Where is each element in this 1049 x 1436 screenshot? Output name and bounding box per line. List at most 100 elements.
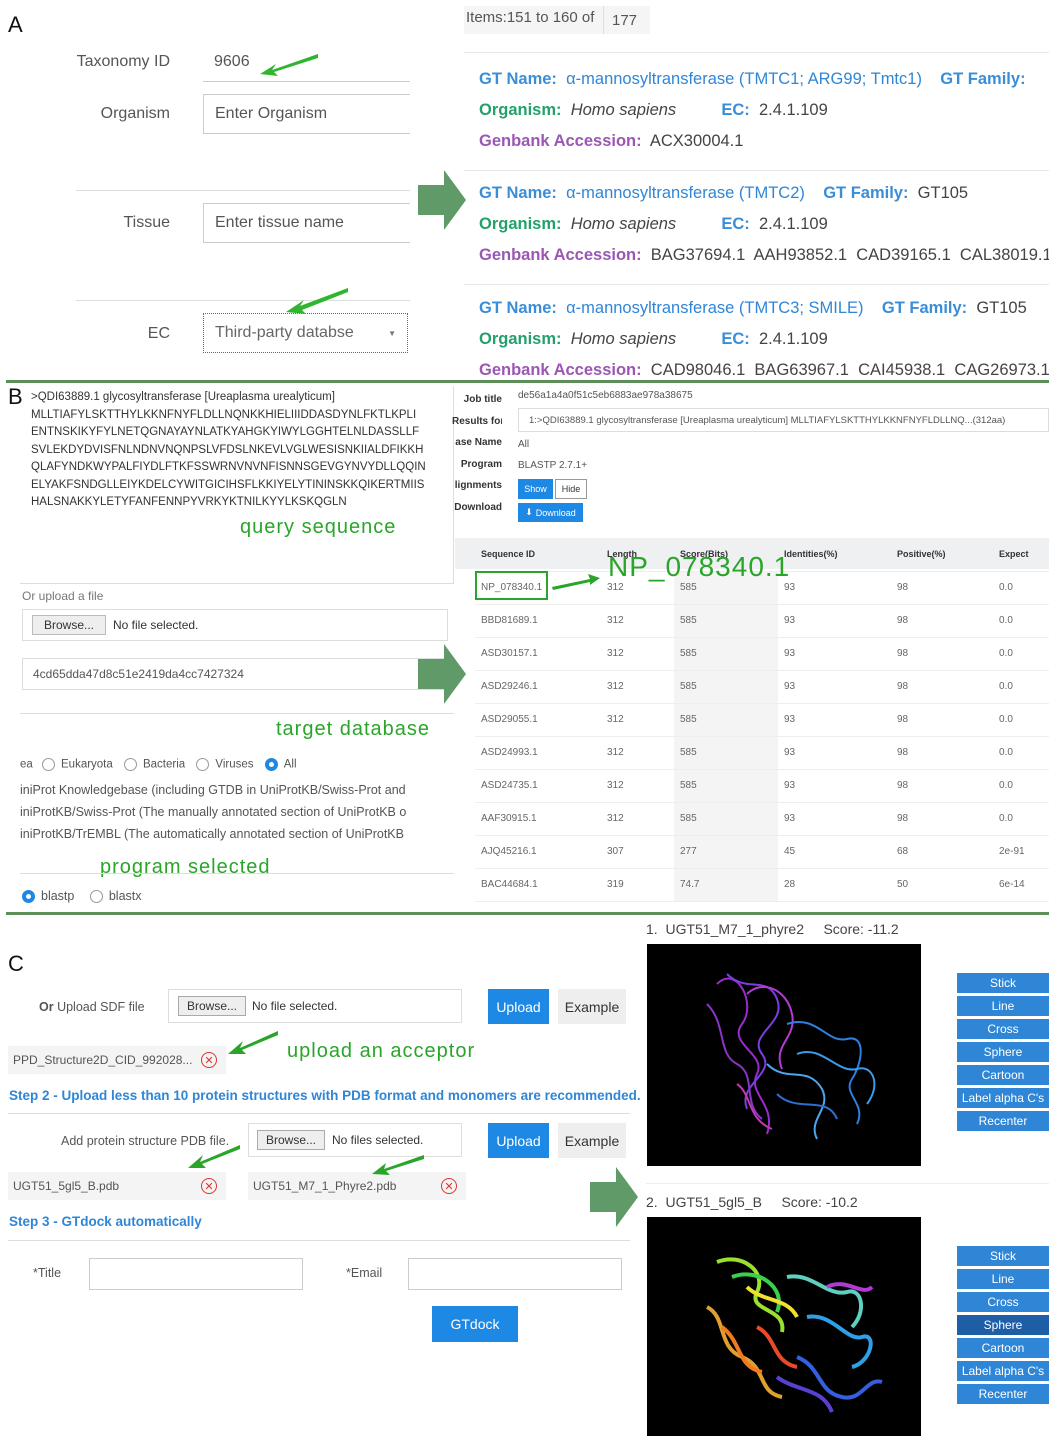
table-cell: 277 xyxy=(674,835,778,869)
organism-input[interactable]: Enter Organism xyxy=(203,94,410,134)
form-divider xyxy=(76,190,410,191)
results-for-value: 1:>QDI63889.1 glycosyltransferase [Ureap… xyxy=(529,414,1006,426)
download-button[interactable]: ⬇ Download xyxy=(518,503,583,522)
radio-all[interactable] xyxy=(264,758,278,771)
table-cell: 585 xyxy=(674,736,778,770)
sequence-id-link[interactable]: AAF30915.1 xyxy=(475,802,601,836)
table-row[interactable]: BAC44684.1 319 74.7 28 50 6e-14 xyxy=(475,868,1049,902)
remove-pdb-icon[interactable]: ✕ xyxy=(201,1178,217,1194)
pagination-total[interactable]: 177 xyxy=(603,6,645,34)
result-name: UGT51_M7_1_phyre2 xyxy=(665,921,804,937)
viewer-label-alpha-c-s-button[interactable]: Label alpha C's xyxy=(957,1088,1049,1108)
pdb-example-button[interactable]: Example xyxy=(558,1123,626,1158)
col-expect[interactable]: Expect xyxy=(993,538,1049,572)
table-cell: 312 xyxy=(601,703,674,737)
organism-row: Organism: Homo sapiens EC: 2.4.1.109 xyxy=(479,101,828,120)
email-input[interactable] xyxy=(408,1258,622,1290)
table-row[interactable]: ASD24993.1 312 585 93 98 0.0 xyxy=(475,736,1049,770)
sequence-id-link[interactable]: BBD81689.1 xyxy=(475,604,601,638)
table-cell: 319 xyxy=(601,868,674,902)
table-row[interactable]: ASD24735.1 312 585 93 98 0.0 xyxy=(475,769,1049,803)
sequence-id-link[interactable]: AJQ45216.1 xyxy=(475,835,601,869)
col-identities[interactable]: Identities(%) xyxy=(778,538,891,572)
table-row[interactable]: AAF30915.1 312 585 93 98 0.0 xyxy=(475,802,1049,836)
table-row[interactable]: ASD29055.1 312 585 93 98 0.0 xyxy=(475,703,1049,737)
remove-acceptor-icon[interactable]: ✕ xyxy=(201,1052,217,1068)
table-cell: 98 xyxy=(891,703,993,737)
viewer-sphere-button[interactable]: Sphere xyxy=(957,1042,1049,1062)
table-cell: 585 xyxy=(674,703,778,737)
table-cell: 50 xyxy=(891,868,993,902)
sdf-example-button[interactable]: Example xyxy=(558,989,626,1024)
hash-input[interactable]: 4cd65dda47d8c51e2419da4cc7427324 xyxy=(22,658,448,690)
radio-eukaryota[interactable] xyxy=(42,758,55,771)
genbank-value[interactable]: ACX30004.1 xyxy=(650,132,744,150)
viewer-stick-button[interactable]: Stick xyxy=(957,973,1049,993)
structure-result-1: 1. UGT51_M7_1_phyre2 Score: -11.2 xyxy=(646,921,899,937)
gt-name-value[interactable]: α-mannosyltransferase (TMTC3; SMILE) xyxy=(566,299,863,317)
viewer-sphere-button[interactable]: Sphere xyxy=(957,1315,1049,1335)
organism-placeholder: Enter Organism xyxy=(215,105,328,122)
viewer-recenter-button[interactable]: Recenter xyxy=(957,1111,1049,1131)
radio-label: Bacteria xyxy=(142,758,186,771)
radio-blastp[interactable] xyxy=(22,890,35,904)
genbank-value[interactable]: CAD98046.1 BAG63967.1 CAI45938.1 CAG2697… xyxy=(651,361,1049,379)
sequence-id-link[interactable]: ASD29055.1 xyxy=(475,703,601,737)
panel-c-letter: C xyxy=(8,951,24,976)
table-row[interactable]: BBD81689.1 312 585 93 98 0.0 xyxy=(475,604,1049,638)
table-cell: 74.7 xyxy=(674,868,778,902)
job-label: lignments xyxy=(454,480,502,491)
results-for-select[interactable]: 1:>QDI63889.1 glycosyltransferase [Ureap… xyxy=(518,408,1049,432)
table-cell: 98 xyxy=(891,637,993,671)
sequence-id-link[interactable]: BAC44684.1 xyxy=(475,868,601,902)
browse-button[interactable]: Browse... xyxy=(32,615,106,635)
viewer-cartoon-button[interactable]: Cartoon xyxy=(957,1065,1049,1085)
hide-button[interactable]: Hide xyxy=(555,479,587,499)
viewer-cartoon-button[interactable]: Cartoon xyxy=(957,1338,1049,1358)
ec-value: 2.4.1.109 xyxy=(758,330,828,348)
gt-name-value[interactable]: α-mannosyltransferase (TMTC1; ARG99; Tmt… xyxy=(566,70,922,88)
viewer-label-alpha-c-s-button[interactable]: Label alpha C's xyxy=(957,1361,1049,1381)
table-cell: 98 xyxy=(891,571,993,605)
title-input[interactable] xyxy=(89,1258,303,1290)
table-row[interactable]: ASD29246.1 312 585 93 98 0.0 xyxy=(475,670,1049,704)
sequence-id-link[interactable]: ASD30157.1 xyxy=(475,637,601,671)
col-positive[interactable]: Positive(%) xyxy=(891,538,993,572)
remove-pdb-icon[interactable]: ✕ xyxy=(441,1178,457,1194)
right-arrow-icon xyxy=(418,659,444,689)
sequence-id-link[interactable]: ASD24993.1 xyxy=(475,736,601,770)
database-option[interactable]: iniProt Knowledgebase (including GTDB in… xyxy=(20,779,454,801)
sdf-upload-button[interactable]: Upload xyxy=(488,989,549,1024)
sdf-browse-button[interactable]: Browse... xyxy=(178,996,246,1016)
database-option[interactable]: iniProtKB/TrEMBL (The automatically anno… xyxy=(20,823,454,845)
gt-name-value[interactable]: α-mannosyltransferase (TMTC2) xyxy=(566,184,805,202)
pdb-upload-button[interactable]: Upload xyxy=(488,1123,549,1158)
caret-down-icon: ▼ xyxy=(388,328,396,338)
table-row[interactable]: AJQ45216.1 307 277 45 68 2e-91 xyxy=(475,835,1049,869)
viewer-recenter-button[interactable]: Recenter xyxy=(957,1384,1049,1404)
sequence-id-link[interactable]: ASD24735.1 xyxy=(475,769,601,803)
radio-blastx[interactable] xyxy=(89,890,103,904)
viewer-cross-button[interactable]: Cross xyxy=(957,1292,1049,1312)
sequence-id-link[interactable]: ASD29246.1 xyxy=(475,670,601,704)
col-sequence-id[interactable]: Sequence ID xyxy=(475,538,601,572)
table-cell: 28 xyxy=(778,868,891,902)
viewer-cross-button[interactable]: Cross xyxy=(957,1019,1049,1039)
protein-viewer-2[interactable] xyxy=(647,1217,921,1436)
ec-select[interactable]: Third-party databse ▼ xyxy=(203,313,408,353)
tissue-label: Tissue xyxy=(123,214,170,231)
viewer-line-button[interactable]: Line xyxy=(957,996,1049,1016)
gtdock-button[interactable]: GTdock xyxy=(432,1306,518,1342)
show-button[interactable]: Show xyxy=(518,479,553,499)
genbank-value[interactable]: BAG37694.1 AAH93852.1 CAD39165.1 CAL3801… xyxy=(651,246,1049,264)
viewer-line-button[interactable]: Line xyxy=(957,1269,1049,1289)
database-option[interactable]: iniProtKB/Swiss-Prot (The manually annot… xyxy=(20,801,454,823)
radio-label: Eukaryota xyxy=(61,758,113,771)
protein-viewer-1[interactable] xyxy=(647,944,921,1166)
table-row[interactable]: ASD30157.1 312 585 93 98 0.0 xyxy=(475,637,1049,671)
radio-viruses[interactable] xyxy=(196,758,210,771)
viewer-stick-button[interactable]: Stick xyxy=(957,1246,1049,1266)
radio-bacteria[interactable] xyxy=(123,758,137,771)
tissue-input[interactable]: Enter tissue name xyxy=(203,203,410,243)
pdb-browse-button[interactable]: Browse... xyxy=(257,1130,325,1150)
